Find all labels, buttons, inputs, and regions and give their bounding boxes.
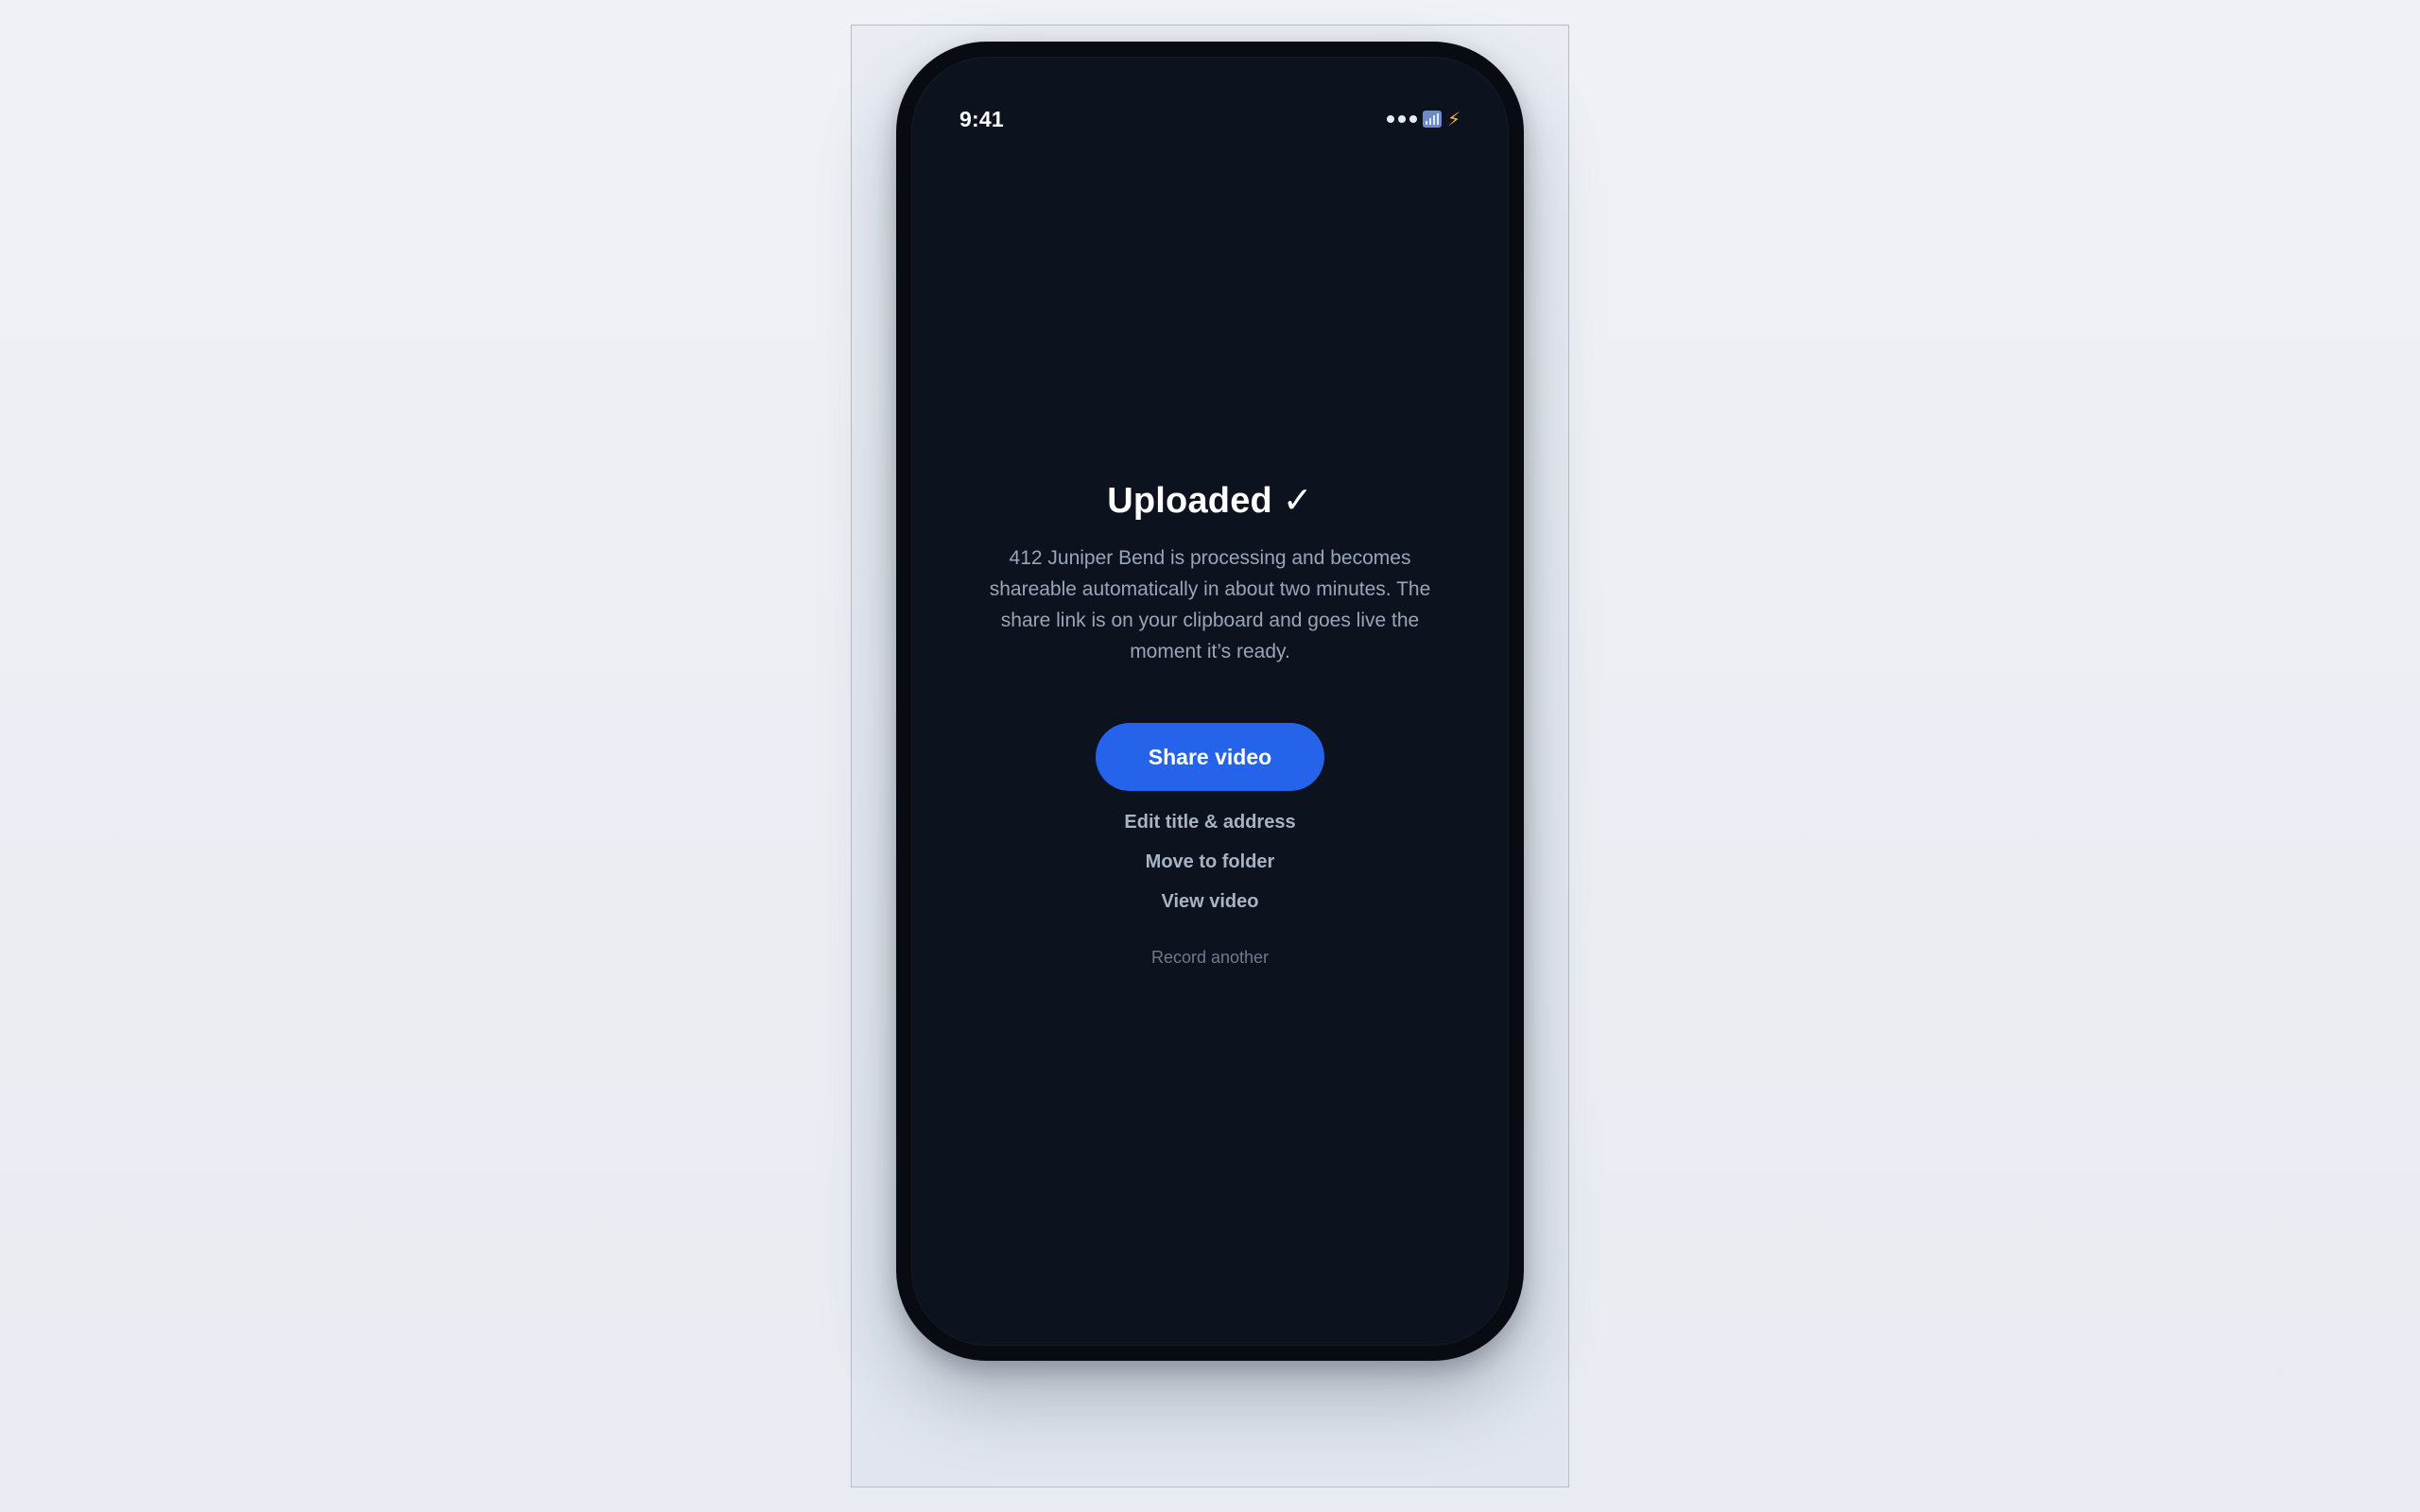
edit-title-address-button[interactable]: Edit title & address — [1124, 812, 1295, 833]
view-video-button[interactable]: View video — [1161, 891, 1258, 912]
move-to-folder-button[interactable]: Move to folder — [1146, 851, 1275, 872]
phone-screen: 9:41 ⚡ Uploaded ✓ 412 Juniper Bend is pr… — [911, 57, 1509, 1346]
phone-device: 9:41 ⚡ Uploaded ✓ 412 Juniper Bend is pr… — [896, 42, 1524, 1361]
wifi-icon — [1422, 111, 1442, 128]
battery-charging-icon: ⚡ — [1446, 108, 1461, 130]
upload-description: 412 Juniper Bend is processing and becom… — [989, 547, 1431, 662]
page-title: Uploaded ✓ — [1107, 479, 1313, 522]
checkmark-icon: ✓ — [1282, 479, 1313, 521]
status-icons: ⚡ — [1386, 108, 1461, 130]
upload-complete-panel: Uploaded ✓ 412 Juniper Bend is processin… — [912, 479, 1508, 968]
record-another-button[interactable]: Record another — [1151, 948, 1269, 968]
share-video-button[interactable]: Share video — [1096, 723, 1324, 791]
status-time: 9:41 — [959, 106, 1004, 131]
title-text: Uploaded — [1107, 481, 1272, 521]
signal-dots-icon — [1386, 115, 1417, 123]
status-bar: 9:41 ⚡ — [959, 103, 1461, 135]
